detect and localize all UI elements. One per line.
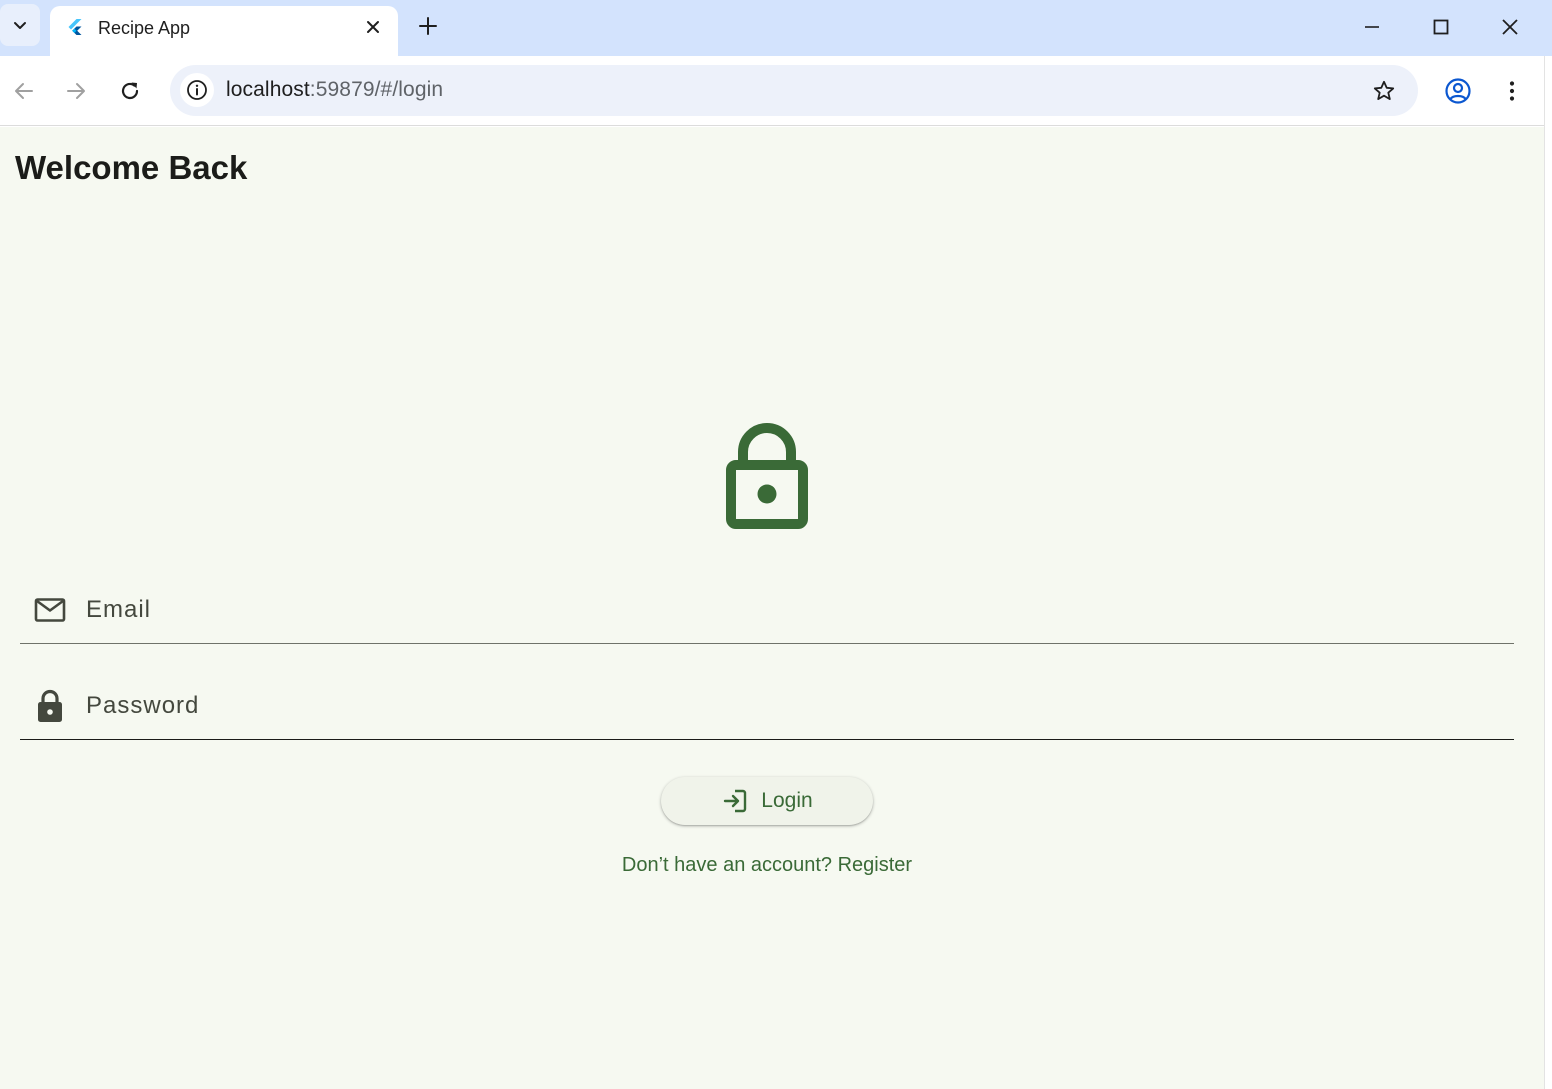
login-icon <box>721 787 749 815</box>
url-path: :59879/#/login <box>309 78 444 101</box>
url-text[interactable]: localhost:59879/#/login <box>226 78 443 102</box>
site-info-button[interactable] <box>180 73 214 107</box>
back-button[interactable] <box>6 73 42 109</box>
maximize-button[interactable] <box>1421 8 1461 46</box>
login-page: Welcome Back Email Login Don’t have an a… <box>0 127 1544 1089</box>
minimize-button[interactable] <box>1352 8 1392 46</box>
window-edge <box>1544 56 1552 1089</box>
minimize-icon <box>1365 26 1379 28</box>
mail-icon <box>34 594 66 626</box>
url-host: localhost <box>226 78 310 101</box>
close-tab-button[interactable] <box>362 16 384 38</box>
email-input[interactable] <box>86 590 1486 630</box>
page-title: Welcome Back <box>15 149 248 186</box>
email-field[interactable] <box>20 576 1514 644</box>
register-link[interactable]: Don’t have an account? Register <box>0 854 1534 877</box>
arrow-right-icon <box>67 83 85 99</box>
reload-icon <box>121 82 139 100</box>
account-icon <box>1445 78 1471 104</box>
close-icon <box>367 21 379 33</box>
login-button-label: Login <box>761 789 813 812</box>
tab-search-button[interactable] <box>0 4 40 46</box>
password-input[interactable] <box>86 686 1486 726</box>
lock-icon <box>726 423 808 529</box>
reload-button[interactable] <box>112 73 148 109</box>
login-button[interactable]: Login <box>661 777 873 825</box>
address-bar[interactable]: localhost:59879/#/login <box>170 65 1418 116</box>
close-window-button[interactable] <box>1490 8 1530 46</box>
close-icon <box>1502 19 1518 35</box>
flutter-icon <box>68 19 82 35</box>
maximize-icon <box>1433 19 1449 35</box>
bookmark-button[interactable] <box>1370 77 1398 105</box>
browser-tab[interactable]: Recipe App <box>50 6 398 56</box>
star-icon <box>1373 80 1395 100</box>
info-icon <box>187 80 207 100</box>
tab-title: Recipe App <box>98 18 191 38</box>
kebab-menu-icon <box>1509 81 1515 101</box>
profile-button[interactable] <box>1440 73 1476 109</box>
forward-button[interactable] <box>58 73 94 109</box>
plus-icon <box>419 17 437 35</box>
browser-toolbar: localhost:59879/#/login <box>0 56 1544 126</box>
browser-menu-button[interactable] <box>1494 73 1530 109</box>
tab-strip: Recipe App <box>0 0 1552 56</box>
new-tab-button[interactable] <box>414 12 442 40</box>
password-field[interactable] <box>20 672 1514 740</box>
arrow-left-icon <box>15 83 33 99</box>
lock-icon <box>34 689 66 722</box>
chevron-down-icon <box>14 22 26 29</box>
